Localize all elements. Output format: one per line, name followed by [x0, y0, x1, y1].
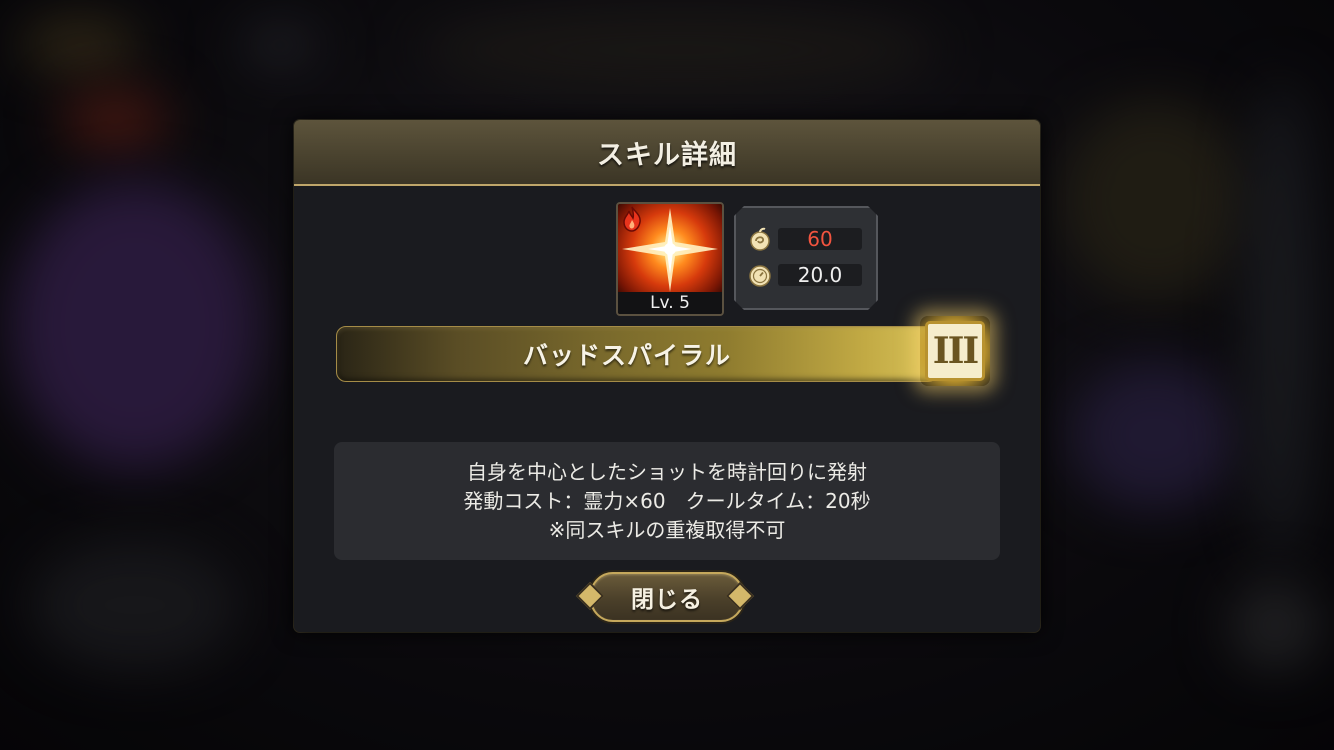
skill-description: 自身を中心としたショットを時計回りに発射 発動コスト：霊力×60 クールタイム：…: [334, 442, 1000, 560]
dialog-title: スキル詳細: [597, 139, 737, 171]
cooldown-row: 20.0: [746, 262, 864, 288]
cost-value: 60: [778, 228, 862, 250]
description-line-3: ※同スキルの重複取得不可: [548, 517, 786, 542]
skill-name: バッドスパイラル: [522, 341, 731, 370]
close-button[interactable]: 閉じる: [575, 572, 755, 622]
stopwatch-icon: [748, 263, 772, 287]
cost-row: 60: [746, 226, 864, 252]
skill-name-bar: バッドスパイラル: [336, 326, 938, 382]
close-button-label[interactable]: 閉じる: [631, 580, 703, 614]
skill-stats-panel: 60 20.0: [734, 206, 878, 310]
skill-rank-badge: III: [920, 316, 990, 386]
fire-icon: [623, 206, 641, 232]
skill-rank: III: [925, 321, 985, 381]
skill-level: Lv. 5: [618, 292, 722, 314]
spirit-orb-icon: [748, 227, 772, 251]
dialog-header: スキル詳細: [294, 120, 1040, 186]
description-line-2: 発動コスト：霊力×60 クールタイム：20秒: [463, 488, 871, 513]
close-button-body[interactable]: 閉じる: [590, 572, 744, 622]
skill-detail-dialog: スキル詳細 Lv. 5 60 20.0 バッドスパイラル III 自身を中心とし…: [294, 120, 1040, 632]
cooldown-value: 20.0: [778, 264, 862, 286]
description-line-1: 自身を中心としたショットを時計回りに発射: [467, 459, 867, 484]
skill-icon: Lv. 5: [616, 202, 724, 316]
